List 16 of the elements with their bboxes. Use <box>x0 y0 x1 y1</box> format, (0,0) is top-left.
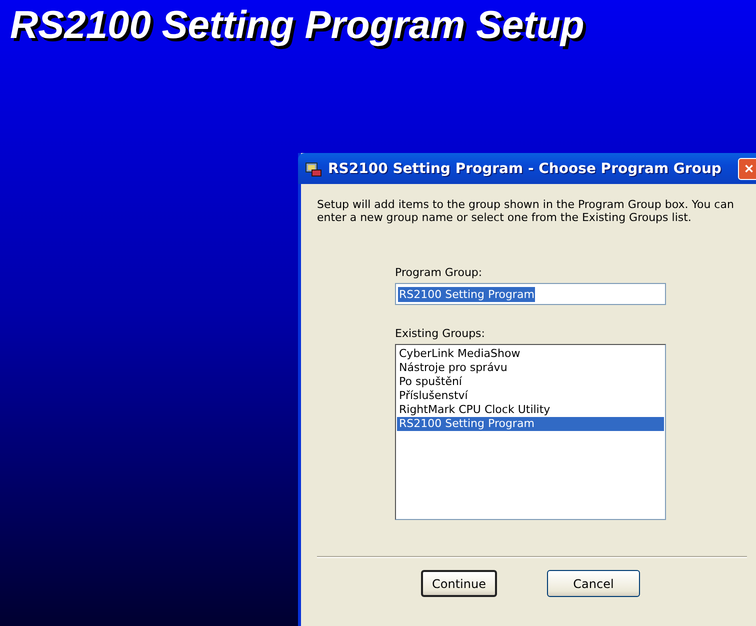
list-item[interactable]: Příslušenství <box>397 389 664 403</box>
list-item[interactable]: Po spuštění <box>397 375 664 389</box>
close-button[interactable]: ✕ <box>738 158 756 180</box>
window-title: RS2100 Setting Program - Choose Program Group <box>328 160 722 176</box>
list-item[interactable]: RS2100 Setting Program <box>397 417 664 431</box>
field-label: Program Group: <box>395 266 484 279</box>
program-group-field[interactable]: RS2100 Setting Program <box>395 283 666 305</box>
list-item[interactable]: CyberLink MediaShow <box>397 347 664 361</box>
setup-title: RS2100 Setting Program Setup <box>10 4 584 48</box>
intro-text: Setup will add items to the group shown in the Program Group box. You can enter a new group name or select one from the Existing Groups list. <box>317 198 735 224</box>
continue-button[interactable]: Continue <box>421 570 497 597</box>
installer-icon <box>304 160 322 176</box>
cancel-button[interactable]: Cancel <box>547 570 640 597</box>
list-item[interactable]: RightMark CPU Clock Utility <box>397 403 664 417</box>
list-item[interactable]: Nástroje pro správu <box>397 361 664 375</box>
list-label: Existing Groups: <box>395 327 486 340</box>
